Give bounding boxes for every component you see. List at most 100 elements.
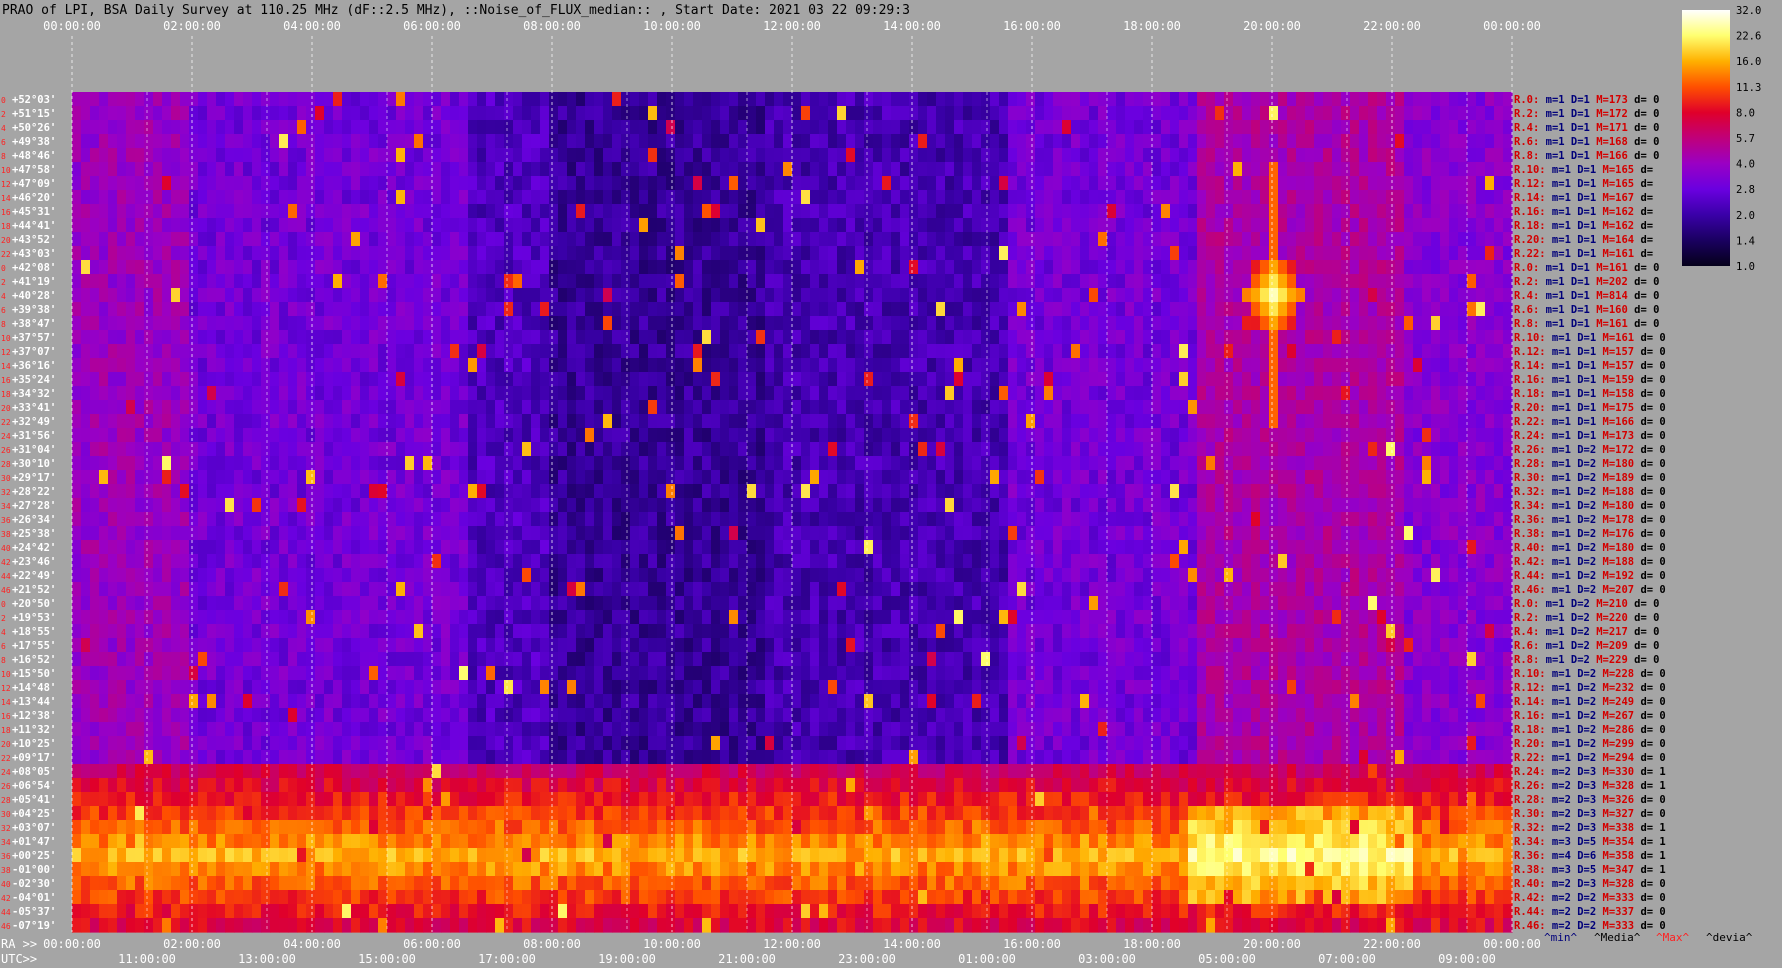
heat-cell: [1422, 414, 1432, 429]
heat-cell: [1287, 148, 1297, 163]
heat-cell: [1287, 190, 1297, 205]
heat-cell: [351, 316, 361, 331]
heat-cell: [72, 498, 82, 513]
heat-cell: [684, 162, 694, 177]
heat-cell: [891, 400, 901, 415]
heat-cell: [1026, 358, 1036, 373]
heat-cell: [810, 302, 820, 317]
heat-cell: [1269, 176, 1279, 191]
heat-cell: [126, 470, 136, 485]
top-tick-label: 16:00:00: [1003, 19, 1061, 33]
heat-cell: [1431, 498, 1441, 513]
heat-cell: [792, 484, 802, 499]
heat-cell: [837, 302, 847, 317]
heat-cell: [630, 120, 640, 135]
heat-cell: [360, 274, 370, 289]
heat-cell: [864, 470, 874, 485]
heat-cell: [549, 246, 559, 261]
heat-cell: [1494, 218, 1504, 233]
heat-cell: [954, 442, 964, 457]
heat-cell: [360, 302, 370, 317]
heat-cell: [513, 274, 523, 289]
heat-cell: [225, 316, 235, 331]
heat-cell: [630, 204, 640, 219]
heat-cell: [972, 414, 982, 429]
heat-cell: [261, 274, 271, 289]
heat-cell: [1044, 106, 1054, 121]
heat-cell: [1233, 414, 1243, 429]
heat-cell: [738, 148, 748, 163]
heat-cell: [333, 218, 343, 233]
heat-cell: [1080, 428, 1090, 443]
heat-cell: [936, 162, 946, 177]
heat-cell: [837, 134, 847, 149]
heat-cell: [495, 134, 505, 149]
heat-cell: [459, 134, 469, 149]
heat-cell: [207, 428, 217, 443]
heat-cell: [1395, 274, 1405, 289]
heat-cell: [1251, 344, 1261, 359]
heat-cell: [666, 288, 676, 303]
heat-cell: [1143, 120, 1153, 135]
heat-cell: [1323, 358, 1333, 373]
heat-cell: [1179, 400, 1189, 415]
heat-cell: [558, 232, 568, 247]
heat-cell: [1269, 484, 1279, 499]
heat-cell: [720, 330, 730, 345]
heat-cell: [1215, 246, 1225, 261]
heat-cell: [1449, 428, 1459, 443]
heat-cell: [333, 316, 343, 331]
heat-cell: [1458, 106, 1468, 121]
heat-cell: [189, 302, 199, 317]
heat-cell: [585, 120, 595, 135]
heat-cell: [630, 218, 640, 233]
heat-cell: [108, 288, 118, 303]
heat-cell: [342, 288, 352, 303]
heat-cell: [279, 372, 289, 387]
heat-cell: [1494, 260, 1504, 275]
heat-cell: [1395, 400, 1405, 415]
heat-cell: [774, 246, 784, 261]
heat-cell: [279, 316, 289, 331]
heat-cell: [1152, 456, 1162, 471]
heat-cell: [1368, 414, 1378, 429]
heat-cell: [162, 442, 172, 457]
heat-cell: [1287, 498, 1297, 513]
heat-cell: [1377, 148, 1387, 163]
heat-cell: [126, 232, 136, 247]
heat-cell: [882, 106, 892, 121]
heat-cell: [801, 442, 811, 457]
heat-cell: [513, 120, 523, 135]
heat-cell: [1053, 358, 1063, 373]
heat-cell: [207, 358, 217, 373]
heat-cell: [549, 414, 559, 429]
heat-cell: [891, 260, 901, 275]
heat-cell: [324, 176, 334, 191]
heat-cell: [648, 316, 658, 331]
heat-cell: [1098, 386, 1108, 401]
heat-cell: [1242, 316, 1252, 331]
heat-cell: [153, 428, 163, 443]
heat-cell: [1368, 176, 1378, 191]
heat-cell: [414, 92, 424, 107]
heat-cell: [1233, 484, 1243, 499]
heat-cell: [459, 456, 469, 471]
heat-cell: [459, 414, 469, 429]
heat-cell: [1224, 246, 1234, 261]
heat-cell: [153, 288, 163, 303]
heat-cell: [216, 134, 226, 149]
heat-cell: [504, 358, 514, 373]
heat-cell: [1116, 316, 1126, 331]
heat-cell: [432, 176, 442, 191]
heat-cell: [468, 260, 478, 275]
heat-cell: [1161, 176, 1171, 191]
heat-cell: [162, 330, 172, 345]
heat-cell: [639, 260, 649, 275]
heat-cell: [540, 358, 550, 373]
heat-cell: [72, 330, 82, 345]
heat-cell: [999, 120, 1009, 135]
heat-cell: [378, 512, 388, 527]
heat-cell: [432, 330, 442, 345]
heat-cell: [486, 344, 496, 359]
heat-cell: [405, 148, 415, 163]
